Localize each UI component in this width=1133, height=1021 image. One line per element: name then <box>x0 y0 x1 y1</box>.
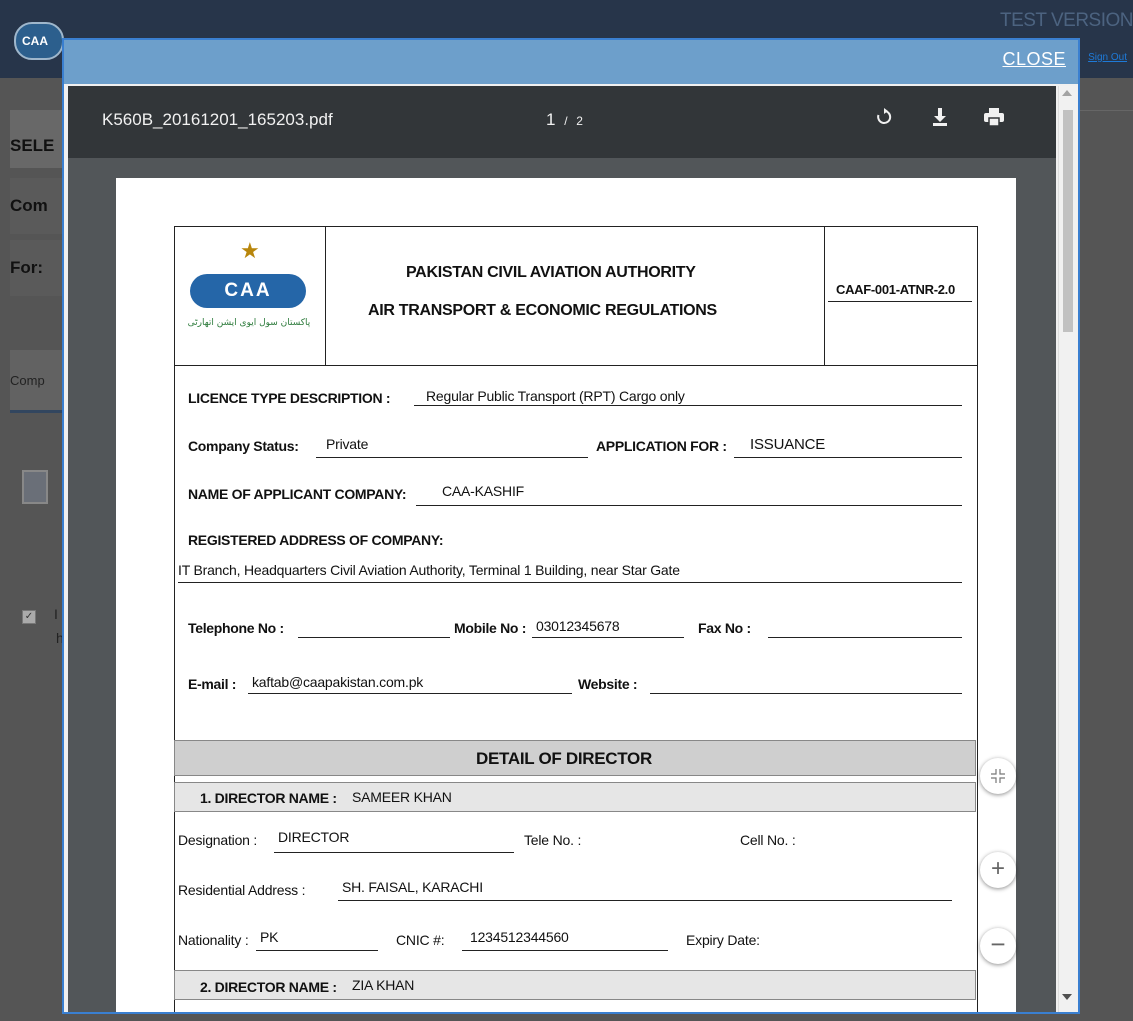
bg-section-heading: SELE <box>10 110 70 168</box>
print-icon[interactable] <box>980 106 1008 134</box>
close-button[interactable]: CLOSE <box>1002 49 1066 70</box>
nationality-label: Nationality : <box>178 932 249 948</box>
status-underline <box>316 457 588 458</box>
app-logo: CAA <box>14 22 64 60</box>
application-for-label: APPLICATION FOR : <box>596 438 727 454</box>
email-label: E-mail : <box>188 676 237 692</box>
current-page: 1 <box>546 110 556 129</box>
fit-page-icon[interactable] <box>980 758 1016 794</box>
fax-underline <box>768 637 962 638</box>
address-underline <box>178 582 962 583</box>
telephone-label: Telephone No : <box>188 620 284 636</box>
download-icon[interactable] <box>926 106 954 134</box>
zoom-out-icon[interactable]: − <box>980 928 1016 964</box>
designation-value: DIRECTOR <box>278 829 350 845</box>
designation-underline <box>274 852 514 853</box>
telephone-underline <box>298 637 450 638</box>
pdf-filename: K560B_20161201_165203.pdf <box>102 110 333 129</box>
company-status-label: Company Status: <box>188 438 299 454</box>
org-title-line2: AIR TRANSPORT & ECONOMIC REGULATIONS <box>368 302 717 319</box>
cnic-value: 1234512344560 <box>470 929 569 945</box>
director2-name: ZIA KHAN <box>352 977 415 993</box>
applicant-company-value: CAA-KASHIF <box>442 483 525 499</box>
form-code: CAAF-001-ATNR-2.0 <box>836 282 955 297</box>
cell-label: Cell No. : <box>740 832 796 848</box>
director1-label: 1. DIRECTOR NAME : <box>200 790 337 806</box>
bg-tab[interactable]: Comp <box>10 350 70 412</box>
form-code-underline <box>828 301 972 302</box>
applicant-company-label: NAME OF APPLICANT COMPANY: <box>188 486 407 502</box>
zoom-in-icon[interactable]: + <box>980 852 1016 888</box>
scroll-up-arrow-icon[interactable] <box>1062 90 1072 96</box>
cnic-underline <box>462 950 668 951</box>
director-section-title: DETAIL OF DIRECTOR <box>476 749 652 768</box>
document-search-icon[interactable] <box>22 470 48 504</box>
caa-logo: CAA <box>190 274 306 308</box>
applicant-underline <box>416 505 962 506</box>
bg-field-label: Com <box>10 178 70 234</box>
residential-label: Residential Address : <box>178 882 306 898</box>
residential-underline <box>338 900 952 901</box>
nationality-value: PK <box>260 929 279 945</box>
mobile-value: 03012345678 <box>536 618 620 634</box>
bg-divider <box>1080 110 1133 111</box>
mobile-label: Mobile No : <box>454 620 527 636</box>
mobile-underline <box>532 637 684 638</box>
licence-type-label: LICENCE TYPE DESCRIPTION : <box>188 390 391 406</box>
star-icon: ★ <box>240 238 260 263</box>
rotate-icon[interactable] <box>870 106 898 134</box>
bg-checkbox[interactable]: ✓ <box>22 610 36 624</box>
bg-checkbox-label: I <box>54 606 58 622</box>
company-status-value: Private <box>326 436 369 452</box>
total-pages: 2 <box>576 114 583 128</box>
director1-name: SAMEER KHAN <box>352 789 452 805</box>
registered-address-label: REGISTERED ADDRESS OF COMPANY: <box>188 532 444 548</box>
application-for-value: ISSUANCE <box>750 436 826 453</box>
application-underline <box>734 457 962 458</box>
bg-tab-underline <box>10 410 70 413</box>
expiry-label: Expiry Date: <box>686 932 760 948</box>
registered-address-value: IT Branch, Headquarters Civil Aviation A… <box>178 562 680 578</box>
bg-field-label: For: <box>10 240 70 296</box>
page-indicator: 1 / 2 <box>546 110 583 130</box>
sign-out-link[interactable]: Sign Out <box>1088 52 1127 63</box>
pdf-modal: CLOSE K560B_20161201_165203.pdf 1 / 2 ★ … <box>62 38 1080 1014</box>
scroll-down-arrow-icon[interactable] <box>1062 994 1072 1000</box>
pdf-toolbar: K560B_20161201_165203.pdf 1 / 2 <box>68 86 1056 158</box>
pdf-viewer: K560B_20161201_165203.pdf 1 / 2 ★ CAA پا… <box>68 86 1056 1012</box>
nationality-underline <box>256 950 378 951</box>
page-separator: / <box>564 114 568 128</box>
email-underline <box>248 693 572 694</box>
email-value: kaftab@caapakistan.com.pk <box>252 674 424 690</box>
test-version-label: TEST VERSION <box>999 10 1133 31</box>
logo-urdu-text: پاکستان سول ایوی ایشن اتھارٹی <box>187 318 311 328</box>
org-title-line1: PAKISTAN CIVIL AVIATION AUTHORITY <box>406 264 696 281</box>
website-label: Website : <box>578 676 638 692</box>
residential-value: SH. FAISAL, KARACHI <box>342 879 483 895</box>
tele-label: Tele No. : <box>524 832 582 848</box>
viewer-scrollbar[interactable] <box>1058 86 1077 1012</box>
cnic-label: CNIC #: <box>396 932 445 948</box>
modal-header: CLOSE <box>64 40 1078 84</box>
pdf-page: ★ CAA پاکستان سول ایوی ایشن اتھارٹی PAKI… <box>116 178 1016 1012</box>
director2-label: 2. DIRECTOR NAME : <box>200 979 337 995</box>
website-underline <box>650 693 962 694</box>
licence-underline <box>414 405 962 406</box>
fax-label: Fax No : <box>698 620 751 636</box>
scroll-thumb[interactable] <box>1063 110 1073 332</box>
designation-label: Designation : <box>178 832 258 848</box>
licence-type-value: Regular Public Transport (RPT) Cargo onl… <box>426 388 685 404</box>
